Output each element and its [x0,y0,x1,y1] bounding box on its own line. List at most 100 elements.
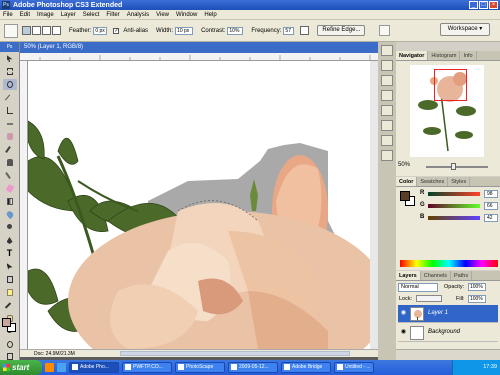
lock-icons[interactable] [416,295,442,302]
tab-layers[interactable]: Layers [396,271,421,280]
menu-layer[interactable]: Layer [61,12,76,18]
menu-window[interactable]: Window [176,12,197,18]
gradient-tool-icon[interactable] [3,196,17,207]
task-adobe-photoshop[interactable]: Adobe Pho... [69,362,119,373]
menu-file[interactable]: File [3,12,13,18]
task-adobe-bridge[interactable]: Adobe Bridge [281,362,331,373]
close-button[interactable]: × [489,1,498,9]
navigator-view-box[interactable] [434,69,467,101]
add-selection-icon[interactable] [32,26,41,35]
paragraph-panel-icon[interactable] [381,135,393,146]
task-folder[interactable]: 2009-05-12... [228,362,278,373]
notes-tool-icon[interactable] [3,287,17,298]
clone-stamp-tool-icon[interactable] [3,157,17,168]
quicklaunch-ie-icon[interactable] [57,363,66,372]
shape-tool-icon[interactable] [3,274,17,285]
menu-analysis[interactable]: Analysis [127,12,149,18]
feather-input[interactable]: 0 px [93,26,108,35]
character-panel-icon[interactable] [381,120,393,131]
measurement-log-icon[interactable] [381,150,393,161]
red-slider[interactable] [428,192,480,196]
opacity-input[interactable]: 100% [468,283,486,291]
contrast-input[interactable]: 10% [227,26,244,35]
menu-image[interactable]: Image [37,12,54,18]
clone-source-icon[interactable] [381,105,393,116]
refine-edge-button[interactable]: Refine Edge... [317,25,366,36]
type-tool-icon[interactable]: T [3,248,17,259]
tab-info[interactable]: Info [460,51,477,60]
brush-tool-icon[interactable] [3,144,17,155]
pen-tool-icon[interactable] [3,235,17,246]
frequency-input[interactable]: 57 [283,26,295,35]
blend-mode-select[interactable]: Normal [398,283,438,292]
move-tool-icon[interactable] [3,53,17,64]
magic-wand-tool-icon[interactable] [3,92,17,103]
task-untitled[interactable]: Untitled - ... [334,362,374,373]
vertical-scrollbar[interactable] [370,61,378,349]
quick-mask-icon[interactable] [3,339,17,350]
blue-value[interactable]: 42 [484,214,498,222]
magnetic-lasso-tool-icon[interactable] [4,23,18,38]
pen-pressure-icon[interactable] [300,26,310,35]
task-photoscape[interactable]: PhotoScape [175,362,225,373]
foreground-color-swatch[interactable] [2,318,11,327]
antialias-checkbox[interactable]: ✓ [113,27,120,34]
menu-view[interactable]: View [156,12,169,18]
document-tab[interactable]: 50% (Layer 1, RGB/8) [20,42,378,53]
task-pwftp[interactable]: PWFTP.CO... [122,362,172,373]
workspace-button[interactable]: Workspace ▾ [440,23,490,36]
crop-tool-icon[interactable] [3,105,17,116]
menu-select[interactable]: Select [83,12,100,18]
eraser-tool-icon[interactable] [3,183,17,194]
eye-icon[interactable]: ◉ [400,329,407,336]
intersect-selection-icon[interactable] [52,26,61,35]
layer-row-background[interactable]: ◉ Background [398,324,498,342]
history-brush-tool-icon[interactable] [3,170,17,181]
color-spectrum[interactable] [400,260,498,267]
start-button[interactable]: start [0,360,42,375]
blur-tool-icon[interactable] [3,209,17,220]
layer-row-layer1[interactable]: ◉ Layer 1 [398,305,498,323]
lasso-tool-icon[interactable] [2,79,17,90]
menu-help[interactable]: Help [204,12,216,18]
tool-presets-icon[interactable] [381,90,393,101]
healing-brush-tool-icon[interactable] [3,131,17,142]
navigator-zoom-knob[interactable] [451,163,456,170]
minimize-button[interactable]: _ [469,1,478,9]
bridge-icon[interactable] [379,25,391,36]
horizontal-scrollbar[interactable] [120,351,350,356]
fill-input[interactable]: 100% [468,295,486,303]
dodge-tool-icon[interactable] [3,222,17,233]
document-canvas[interactable] [28,61,378,349]
tab-navigator[interactable]: Navigator [396,51,429,60]
menu-edit[interactable]: Edit [20,12,30,18]
navigator-zoom[interactable]: 50% [398,162,410,168]
width-input[interactable]: 10 px [175,26,194,35]
eyedropper-tool-icon[interactable] [3,300,17,311]
marquee-tool-icon[interactable] [3,66,17,77]
clock[interactable]: 17:39 [483,364,497,370]
green-slider[interactable] [428,204,480,208]
slice-tool-icon[interactable] [3,118,17,129]
menu-filter[interactable]: Filter [106,12,119,18]
history-panel-icon[interactable] [381,45,393,56]
eye-icon[interactable]: ◉ [400,310,407,317]
actions-panel-icon[interactable] [381,60,393,71]
tab-histogram[interactable]: Histogram [428,51,461,60]
red-value[interactable]: 98 [484,190,498,198]
blue-slider[interactable] [428,216,480,220]
tab-color[interactable]: Color [396,177,418,186]
quicklaunch-firefox-icon[interactable] [45,363,54,372]
color-foreground-swatch[interactable] [400,191,410,201]
new-selection-icon[interactable] [22,26,31,35]
navigator-zoom-slider[interactable] [426,166,488,168]
navigator-thumbnail[interactable] [410,65,484,157]
green-value[interactable]: 66 [484,202,498,210]
brushes-panel-icon[interactable] [381,75,393,86]
maximize-button[interactable]: □ [479,1,488,9]
tab-paths[interactable]: Paths [451,271,473,280]
tab-swatches[interactable]: Swatches [417,177,449,186]
subtract-selection-icon[interactable] [42,26,51,35]
tab-channels[interactable]: Channels [421,271,451,280]
path-selection-tool-icon[interactable] [3,261,17,272]
